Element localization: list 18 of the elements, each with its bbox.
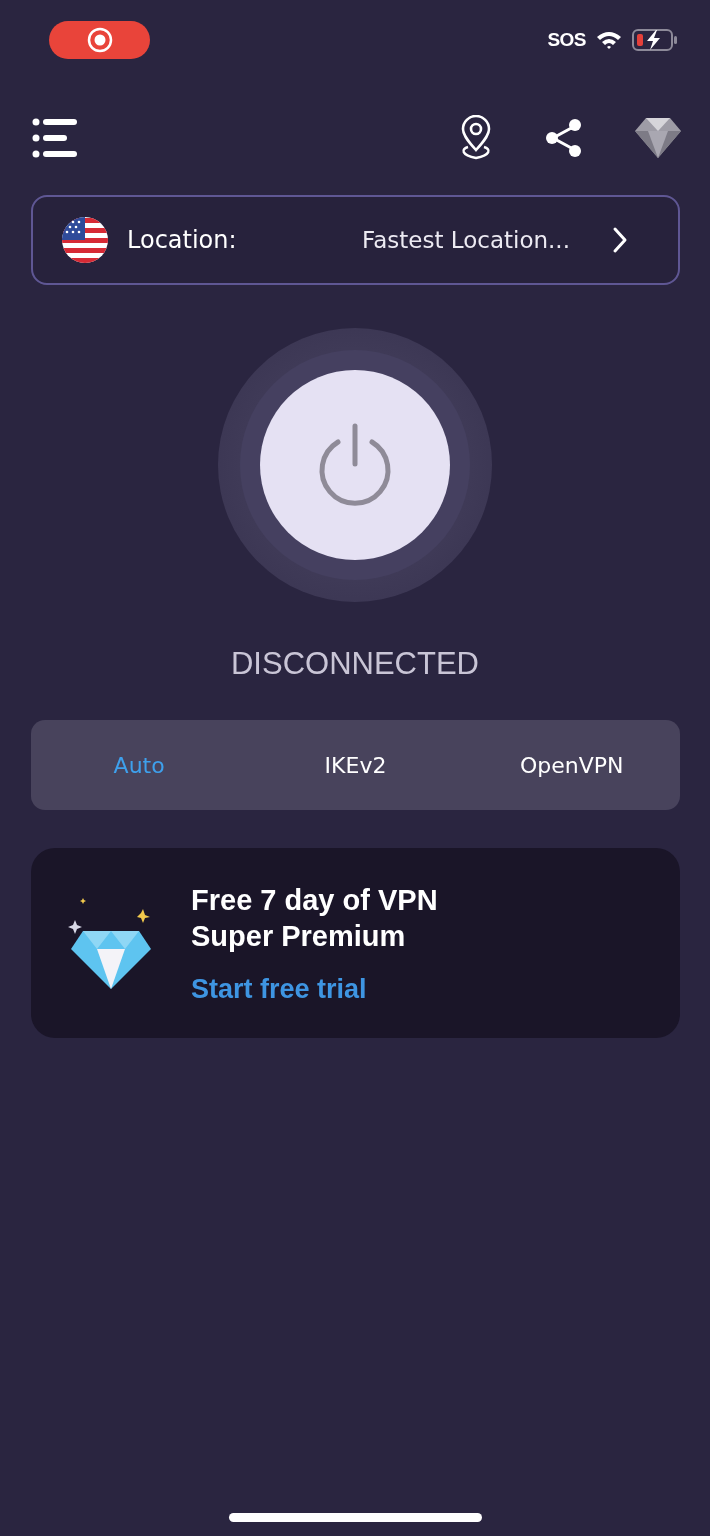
record-icon	[85, 26, 114, 54]
menu-button[interactable]	[32, 118, 78, 158]
protocol-tab[interactable]: IKEv2	[324, 744, 387, 786]
location-label: Location:	[127, 226, 237, 254]
share-button[interactable]	[544, 118, 584, 158]
location-value: Fastest Location...	[362, 227, 570, 253]
network-status: SOS	[547, 29, 586, 51]
location-selector[interactable]: Location: Fastest Location...	[31, 195, 680, 285]
battery-charging-icon	[632, 28, 678, 52]
menu-icon	[32, 118, 78, 158]
wifi-icon	[596, 30, 622, 50]
diamond-icon	[634, 117, 682, 159]
start-free-trial-link[interactable]: Start free trial	[191, 973, 367, 1005]
protocol-tab[interactable]: OpenVPN	[520, 744, 624, 786]
promo-title: Free 7 day of VPN Super Premium	[191, 882, 439, 954]
premium-button[interactable]	[634, 117, 682, 159]
share-icon	[544, 118, 584, 158]
connection-status: DISCONNECTED	[230, 646, 480, 682]
